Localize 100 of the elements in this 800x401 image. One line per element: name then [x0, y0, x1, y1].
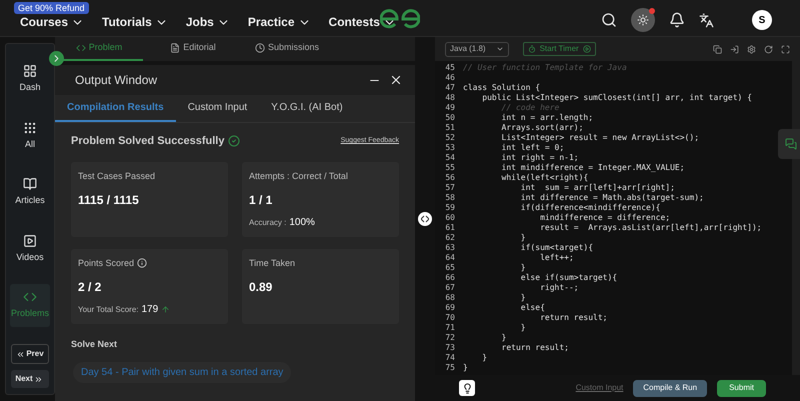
code-line: }	[520, 233, 526, 243]
nav-menu[interactable]: Practice	[248, 13, 311, 31]
line-number: 69	[444, 303, 456, 313]
code-line: int left = 0;	[500, 143, 564, 153]
sidebar-item[interactable]: Articles	[10, 171, 50, 214]
code-comment: // User function Template for Java	[462, 63, 627, 73]
prev-button[interactable]: Prev	[11, 344, 49, 364]
card-title: Time Taken	[249, 256, 296, 270]
language-select[interactable]: Java (1.8)	[445, 42, 509, 56]
search-icon[interactable]	[601, 12, 617, 28]
code-comment: // code here	[500, 103, 560, 113]
resize-handle[interactable]	[418, 212, 432, 226]
status-text: Problem Solved Successfully	[71, 134, 224, 149]
split-arrows-icon	[421, 215, 429, 223]
card-value: 0.89	[249, 279, 274, 296]
card-title: Attempts : Correct / Total	[249, 170, 348, 183]
code-line: class Solution {	[462, 83, 540, 93]
note-label: Accuracy :	[249, 216, 286, 228]
next-button[interactable]: Next	[11, 370, 49, 388]
chat-button[interactable]	[778, 129, 800, 159]
settings-icon[interactable]	[747, 44, 756, 54]
copy-icon[interactable]	[713, 44, 722, 54]
compile-run-button[interactable]: Compile & Run	[633, 380, 708, 396]
refund-badge[interactable]: Get 90% Refund	[14, 2, 89, 14]
line-number: 57	[444, 183, 456, 193]
problem-tab[interactable]: Submissions	[243, 37, 331, 61]
hint-button[interactable]	[459, 380, 475, 396]
import-icon[interactable]	[730, 44, 739, 54]
problem-tab[interactable]: Problem	[55, 37, 143, 61]
fullscreen-icon[interactable]	[781, 44, 790, 54]
card-value: 1115 / 1115	[78, 192, 140, 209]
timer-icon	[528, 45, 536, 53]
card-title: Test Cases Passed	[78, 170, 156, 182]
reset-icon[interactable]	[764, 44, 773, 54]
line-number: 68	[444, 293, 456, 303]
bell-icon[interactable]	[669, 12, 685, 28]
window-title: Output Window	[75, 72, 158, 89]
note-label: Your Total Score:	[78, 304, 138, 316]
code-line: if(sum<target){	[520, 243, 594, 253]
nav-menu[interactable]: Jobs	[186, 13, 230, 31]
code-line: return result;	[539, 313, 608, 323]
line-number: 56	[444, 173, 456, 183]
logo-icon	[380, 9, 420, 29]
clock-icon	[254, 43, 265, 53]
line-number: 61	[444, 223, 456, 233]
code-line: Arrays.sort(arr);	[500, 123, 584, 133]
code-line: else{	[520, 303, 545, 313]
output-tab[interactable]: Compilation Results	[55, 95, 176, 122]
code-line: mindifference = difference;	[539, 213, 670, 223]
output-tab[interactable]: Y.O.G.I. (AI Bot)	[259, 95, 355, 122]
line-number: 66	[444, 273, 456, 283]
line-number: 63	[444, 243, 456, 253]
code-line: }	[481, 353, 488, 363]
code-line: result = Arrays.asList(arr[left],arr[right]);	[539, 223, 762, 233]
line-number: 54	[444, 153, 456, 163]
check-icon	[228, 135, 240, 148]
code-line: else if(sum>target){	[520, 273, 618, 283]
line-number: 60	[444, 213, 456, 223]
play-icon	[582, 45, 591, 53]
code-line: int mindifference = Integer.MAX_VALUE;	[500, 163, 685, 173]
line-number: 52	[444, 133, 456, 143]
sidebar-item[interactable]: Dash	[10, 58, 50, 100]
line-number: 67	[444, 283, 456, 293]
line-number: 58	[444, 193, 456, 203]
problem-tab[interactable]: Editorial	[149, 37, 237, 61]
line-number: 71	[444, 323, 456, 333]
sidebar-item[interactable]: Problems	[10, 284, 50, 326]
code-line: }	[520, 293, 526, 303]
double-chevron-left-icon	[16, 350, 26, 358]
code-line: List<Integer> result = new ArrayList<>();	[500, 133, 700, 143]
nav-menu[interactable]: Contests	[328, 13, 396, 31]
sidebar-item[interactable]: All	[10, 114, 50, 157]
line-number: 72	[444, 333, 456, 343]
line-number: 45	[444, 63, 456, 73]
line-number: 48	[444, 93, 456, 103]
code-line: }	[520, 263, 526, 273]
line-number: 50	[444, 113, 456, 123]
card-value: 2 / 2	[78, 279, 102, 296]
code-line: }	[500, 333, 506, 343]
nav-menu[interactable]: Tutorials	[102, 13, 168, 31]
submit-button[interactable]: Submit	[717, 380, 766, 396]
start-timer-button[interactable]: Start Timer	[522, 42, 596, 56]
line-number: 55	[444, 163, 456, 173]
code-icon	[23, 290, 37, 304]
code-line: right--;	[539, 283, 579, 293]
translate-icon[interactable]	[699, 12, 714, 28]
note-value: 179	[141, 303, 158, 317]
theme-toggle[interactable]	[631, 8, 655, 32]
avatar[interactable]: S	[752, 10, 772, 30]
sidebar-item[interactable]: Videos	[10, 228, 50, 270]
section-heading: Solve Next	[70, 338, 118, 350]
code-line: while(left<right){	[500, 173, 588, 183]
video-icon	[23, 234, 37, 248]
lightbulb-icon	[462, 382, 472, 394]
output-tab[interactable]: Custom Input	[176, 95, 260, 122]
close-icon[interactable]	[389, 73, 403, 87]
nav-menu[interactable]: Courses	[20, 13, 84, 31]
line-number: 47	[444, 83, 456, 93]
line-number: 74	[444, 353, 456, 363]
code-line: int difference = Math.abs(target-sum);	[520, 193, 704, 203]
